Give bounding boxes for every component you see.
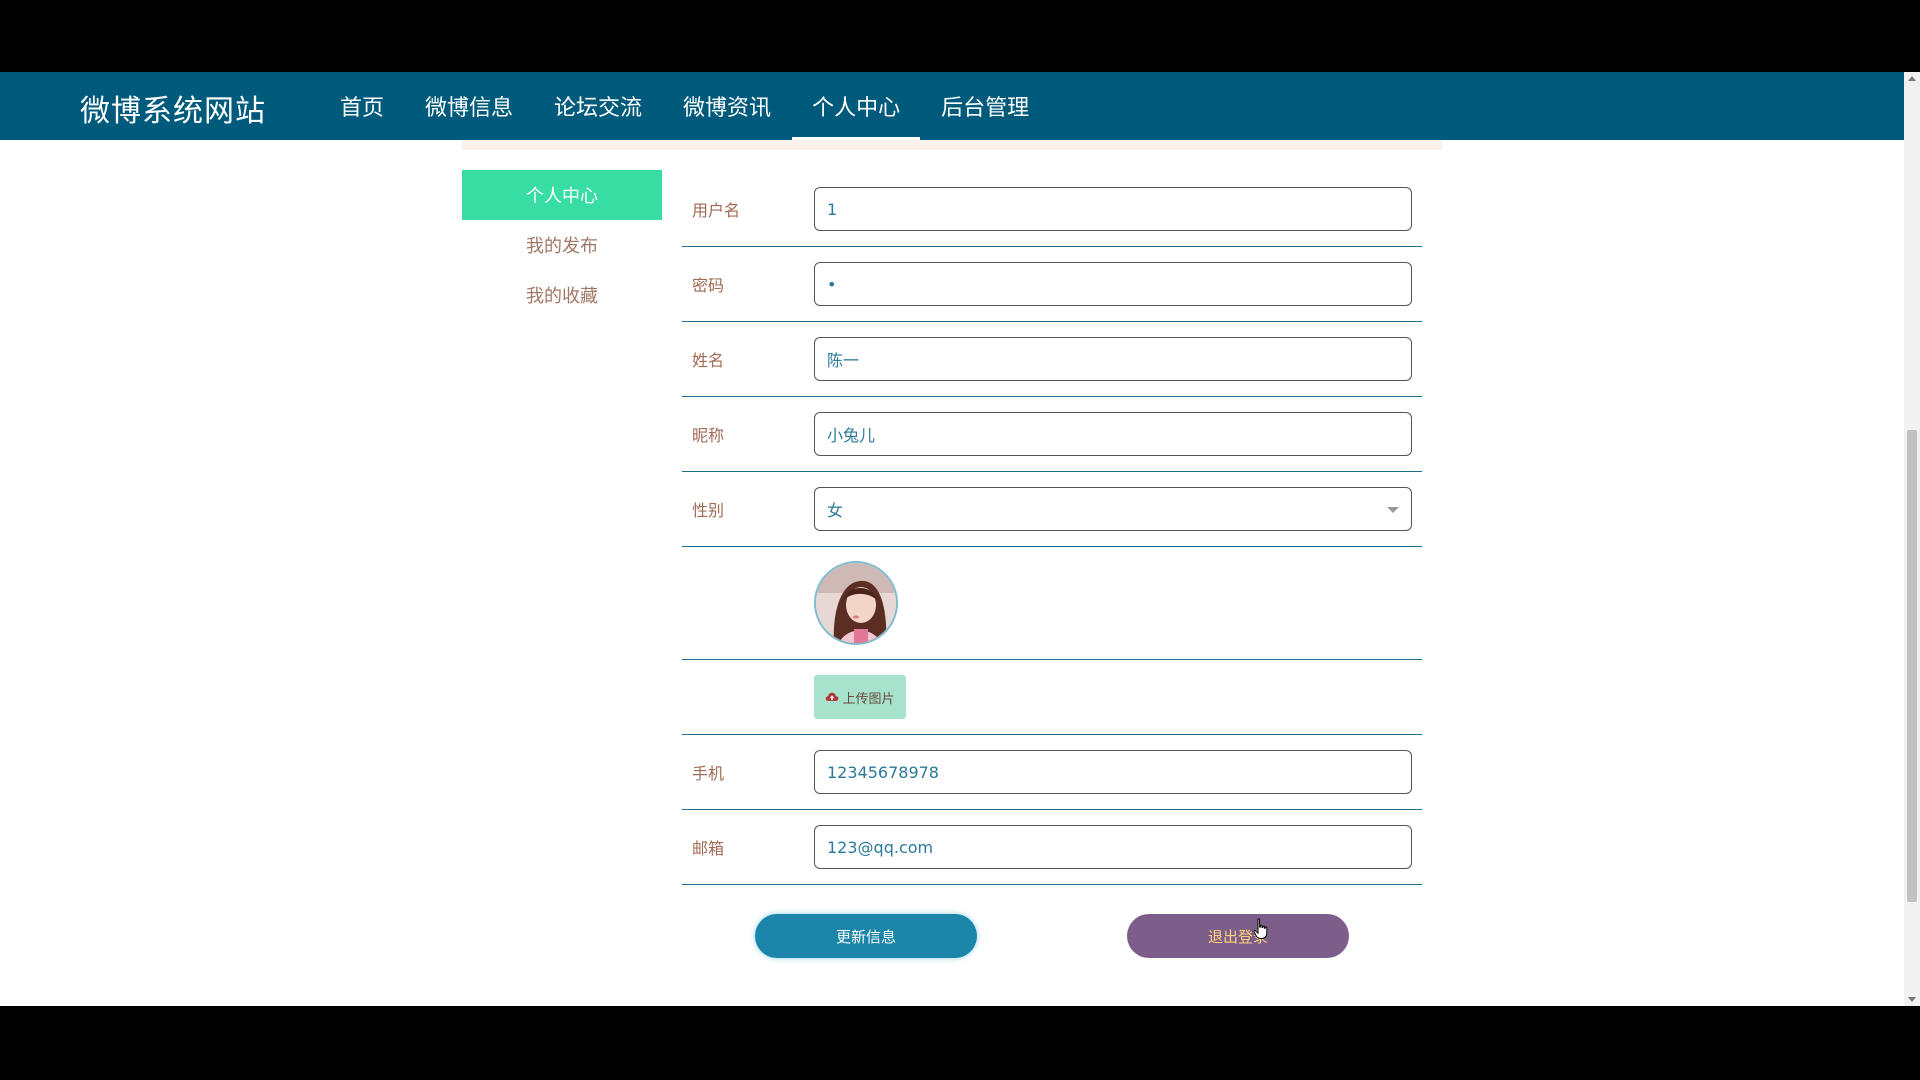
scroll-up-icon[interactable]: [1908, 76, 1916, 81]
nickname-label: 昵称: [692, 426, 725, 445]
form-row-name: 姓名 陈一: [682, 322, 1422, 397]
nav-menu: 首页 微博信息 论坛交流 微博资讯 个人中心 后台管理: [320, 72, 1050, 140]
hand-pointer-icon: [1253, 918, 1268, 939]
name-label: 姓名: [692, 351, 725, 370]
form-row-gender: 性别 女: [682, 472, 1422, 547]
profile-form: 用户名 1 密码 • 姓名 陈一 昵称 小兔儿 性别 女 上传图片 手机 123…: [682, 172, 1422, 885]
phone-label: 手机: [692, 764, 725, 783]
browser-viewport: 微博系统网站 首页 微博信息 论坛交流 微博资讯 个人中心 后台管理 个人中心 …: [0, 72, 1920, 1006]
form-row-upload: 上传图片: [682, 660, 1422, 735]
upload-image-button[interactable]: 上传图片: [814, 675, 906, 719]
form-row-phone: 手机 12345678978: [682, 735, 1422, 810]
password-label: 密码: [692, 276, 725, 295]
nav-item-personal-center[interactable]: 个人中心: [792, 72, 921, 140]
nav-item-forum[interactable]: 论坛交流: [534, 72, 662, 140]
email-label: 邮箱: [692, 839, 725, 858]
name-input[interactable]: 陈一: [814, 337, 1412, 381]
breadcrumb-strip: [462, 140, 1442, 150]
form-row-nickname: 昵称 小兔儿: [682, 397, 1422, 472]
scrollbar-thumb[interactable]: [1907, 430, 1917, 902]
form-row-username: 用户名 1: [682, 172, 1422, 247]
gender-selected-value: 女: [827, 501, 844, 520]
nickname-input[interactable]: 小兔儿: [814, 412, 1412, 456]
username-input[interactable]: 1: [814, 187, 1412, 231]
nav-item-weibo-info[interactable]: 微博信息: [405, 72, 533, 140]
form-row-email: 邮箱 123@qq.com: [682, 810, 1422, 885]
top-navbar: 微博系统网站 首页 微博信息 论坛交流 微博资讯 个人中心 后台管理: [0, 72, 1904, 140]
sidebar-item-my-favorites[interactable]: 我的收藏: [462, 270, 662, 320]
logout-button[interactable]: 退出登录: [1127, 914, 1349, 958]
gender-label: 性别: [692, 501, 725, 520]
nav-item-home[interactable]: 首页: [320, 72, 404, 140]
update-info-button[interactable]: 更新信息: [755, 914, 977, 958]
site-brand[interactable]: 微博系统网站: [80, 86, 266, 130]
upload-button-label: 上传图片: [842, 691, 895, 707]
scroll-down-icon[interactable]: [1908, 997, 1916, 1002]
chevron-down-icon: [1387, 507, 1399, 513]
nav-item-admin[interactable]: 后台管理: [921, 72, 1049, 140]
sidebar: 个人中心 我的发布 我的收藏: [462, 170, 662, 320]
avatar: [814, 561, 898, 645]
sidebar-item-my-posts[interactable]: 我的发布: [462, 220, 662, 270]
form-row-avatar: [682, 547, 1422, 660]
gender-select[interactable]: 女: [814, 487, 1412, 531]
username-label: 用户名: [692, 201, 741, 220]
password-input[interactable]: •: [814, 262, 1412, 306]
sidebar-item-personal-center[interactable]: 个人中心: [462, 170, 662, 220]
form-row-password: 密码 •: [682, 247, 1422, 322]
vertical-scrollbar[interactable]: [1904, 72, 1920, 1006]
email-input[interactable]: 123@qq.com: [814, 825, 1412, 869]
nav-item-news[interactable]: 微博资讯: [663, 72, 791, 140]
cloud-upload-icon: [826, 692, 839, 701]
phone-input[interactable]: 12345678978: [814, 750, 1412, 794]
avatar-image: [816, 563, 896, 643]
